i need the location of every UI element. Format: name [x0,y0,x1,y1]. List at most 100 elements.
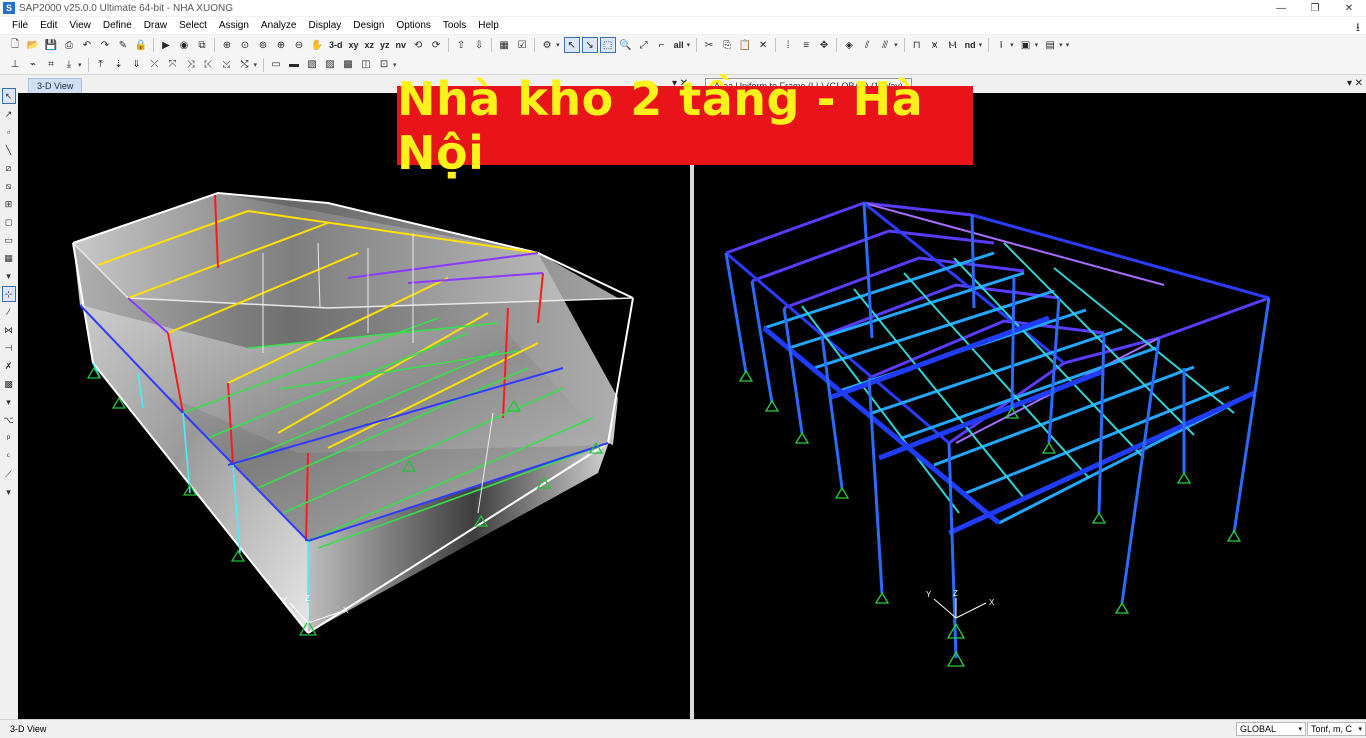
joint-restraint-icon[interactable]: ⊥ [7,57,23,73]
menu-draw[interactable]: Draw [138,20,173,31]
area-load-icon[interactable]: ▭ [268,57,284,73]
rubber-band-icon[interactable]: ⤢ [636,37,652,53]
frame-strain-icon[interactable]: ⤧ [165,57,181,73]
section-i-icon[interactable]: Ι [993,37,1009,53]
pan-icon[interactable]: ✋ [309,37,325,53]
draw-solid-icon[interactable]: ⊣ [2,340,16,356]
select-ps-icon[interactable]: ᵖ [2,430,16,446]
redo-icon[interactable]: ↷ [97,37,113,53]
merge-icon[interactable]: ⫽ [859,37,875,53]
area-uniform-icon[interactable]: ▨ [322,57,338,73]
view-3d-button[interactable]: 3-d [327,37,345,53]
snap-tool-icon[interactable]: ✗ [2,358,16,374]
move-up-icon[interactable]: ⇧ [453,37,469,53]
paste-icon[interactable]: 📋 [737,37,753,53]
zoom-out-icon[interactable]: ⊖ [291,37,307,53]
coord-system-select[interactable]: GLOBAL ▾ [1236,722,1306,736]
joint-springs-icon[interactable]: ⌁ [25,57,41,73]
pointer-tool-icon[interactable]: ↖ [1,88,16,104]
move-icon[interactable]: ✥ [816,37,832,53]
frame-tendon-icon[interactable]: ⤭ [237,57,253,73]
joint-constraint-icon[interactable]: ⌗ [43,57,59,73]
menu-help[interactable]: Help [472,20,505,31]
view-xy-button[interactable]: xy [347,37,361,53]
select-all-strip-icon[interactable]: ⌥ [2,412,16,428]
draw-tendon-icon[interactable]: ⋈ [2,322,16,338]
quick-draw-frame-icon[interactable]: ⧄ [2,160,16,176]
select-clr-icon[interactable]: ᶜ [2,448,16,464]
draw-joint-icon[interactable]: ▫ [2,124,16,140]
area-pressure-icon[interactable]: ▧ [304,57,320,73]
units-select[interactable]: Tonf, m, C ▾ [1307,722,1366,736]
print-icon[interactable]: ⎙ [61,37,77,53]
menu-tools[interactable]: Tools [437,20,472,31]
area-wind-icon[interactable]: ◫ [358,57,374,73]
area-gravity-icon[interactable]: ▬ [286,57,302,73]
frame-link-icon[interactable]: ⤪ [201,57,217,73]
right-3d-viewport[interactable]: Z Y X [694,93,1366,719]
menu-analyze[interactable]: Analyze [255,20,303,31]
draw-rect-area-icon[interactable]: ▭ [2,232,16,248]
close-icon[interactable]: ✕ [1332,0,1366,16]
left-3d-viewport[interactable]: Z Y X [18,93,690,719]
tab-3d-view[interactable]: 3-D View [28,78,83,93]
zoom-window-icon[interactable]: ⊕ [219,37,235,53]
new-model-icon[interactable]: 🗋 [7,37,23,53]
view-yz-button[interactable]: yz [378,37,392,53]
area-strain-icon[interactable]: ⊡ [376,57,392,73]
quick-draw-area-icon[interactable]: ▦ [2,250,16,266]
select-intersect-icon[interactable]: ⟋ [2,466,16,482]
clear-selection-icon[interactable]: ⌐ [654,37,670,53]
zoom-restore-icon[interactable]: ⊚ [255,37,271,53]
menu-file[interactable]: File [6,20,34,31]
area-section-icon[interactable]: ▣ [1018,37,1034,53]
draw-section-cut-icon[interactable]: ⊹ [1,286,16,302]
edit-pencil-icon[interactable]: ✎ [115,37,131,53]
strip-dropdown2-icon[interactable]: ▾ [2,394,16,410]
draw-area-icon[interactable]: ◻ [2,214,16,230]
view-xz-button[interactable]: xz [363,37,377,53]
zoom-in-icon[interactable]: ⊕ [273,37,289,53]
assign-icon[interactable]: ⚙ [539,37,555,53]
select-all-button[interactable]: all [672,37,686,53]
area-temp-icon[interactable]: ▩ [340,57,356,73]
move-down-icon[interactable]: ⇩ [471,37,487,53]
strip-dropdown3-icon[interactable]: ▾ [2,484,16,500]
undo-icon[interactable]: ↶ [79,37,95,53]
zoom-default-icon[interactable]: ⊙ [237,37,253,53]
run-analysis-icon[interactable]: ▶ [158,37,174,53]
view-nv-button[interactable]: nv [394,37,409,53]
copy-icon[interactable]: ⎘ [719,37,735,53]
frame-release-icon[interactable]: ⩙ [927,37,943,53]
menu-edit[interactable]: Edit [34,20,63,31]
right-pin-icon[interactable]: ▾ [1347,78,1352,89]
draw-secondary-icon[interactable]: ⊞ [2,196,16,212]
table-icon[interactable]: ▤ [1042,37,1058,53]
save-icon[interactable]: 💾 [43,37,59,53]
frame-temp-icon[interactable]: ⤫ [147,57,163,73]
right-close-icon[interactable]: ✕ [1355,78,1363,89]
frame-load-icon[interactable]: ⤒ [93,57,109,73]
select-nd-button[interactable]: nd [963,37,978,53]
menu-view[interactable]: View [63,20,97,31]
menu-display[interactable]: Display [303,20,348,31]
select-window-icon[interactable]: ⬚ [599,37,616,53]
menu-define[interactable]: Define [97,20,138,31]
divide-icon[interactable]: ◈ [841,37,857,53]
moment-icon[interactable]: Ⲙ [945,37,961,53]
frame-dist-load-icon[interactable]: ⇣ [111,57,127,73]
split-icon[interactable]: ⫻ [877,37,893,53]
select-pointer-icon[interactable]: ↖ [563,37,580,53]
delete-icon[interactable]: ✕ [755,37,771,53]
rotate-view-icon[interactable]: ⟲ [410,37,426,53]
snap-grid-icon[interactable]: ▩ [2,376,16,392]
perspective-icon[interactable]: ⟳ [428,37,444,53]
open-icon[interactable]: 📂 [25,37,41,53]
run-now-icon[interactable]: ◉ [176,37,192,53]
frame-cable-icon[interactable]: ⤩ [219,57,235,73]
object-shrink-icon[interactable]: ▦ [496,37,512,53]
set-display-options-icon[interactable]: ☑ [514,37,530,53]
reshape-tool-icon[interactable]: ↗ [2,106,16,122]
minimize-icon[interactable]: — [1264,0,1298,16]
draw-frame-icon[interactable]: ╲ [2,142,16,158]
